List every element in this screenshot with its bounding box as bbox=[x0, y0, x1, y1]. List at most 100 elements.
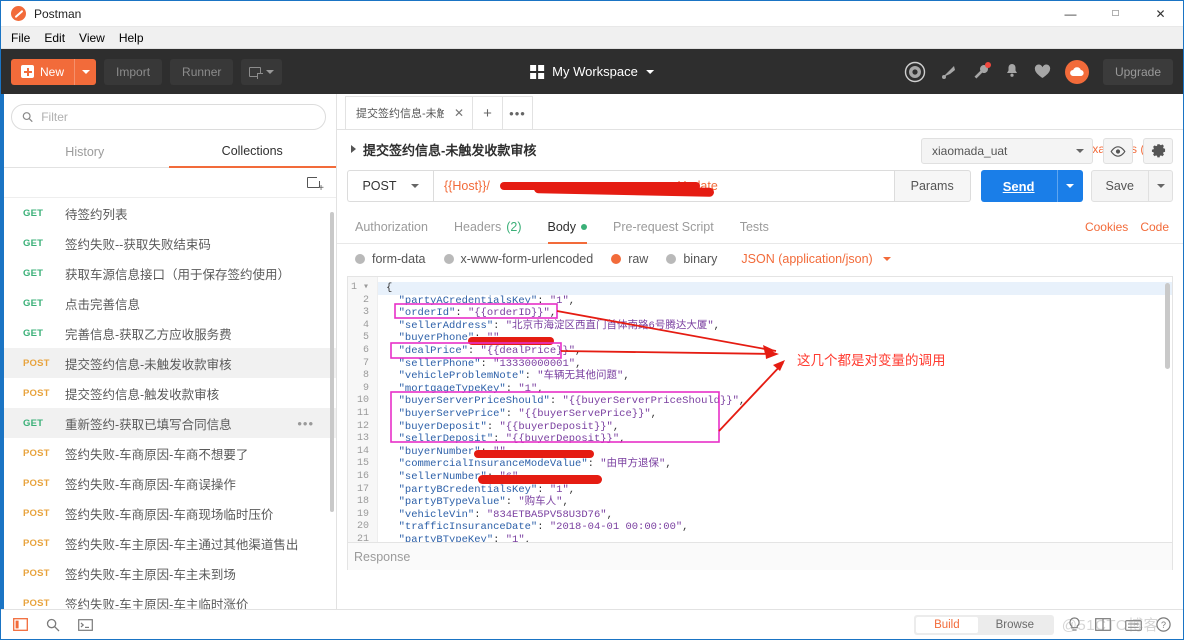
sidebar-request-item[interactable]: POST 签约失败-车商原因-车商现场临时压价 bbox=[1, 498, 336, 528]
body-type-binary[interactable]: binary bbox=[666, 252, 717, 266]
code-line[interactable]: { bbox=[378, 282, 1172, 295]
body-type-x-www-form-urlencoded[interactable]: x-www-form-urlencoded bbox=[443, 252, 593, 266]
sidebar-request-item[interactable]: POST 签约失败-车商原因-车商不想要了 bbox=[1, 438, 336, 468]
environment-quick-look-button[interactable] bbox=[1103, 138, 1133, 164]
code-line[interactable]: "dealPrice": "{{dealPrice}}", bbox=[378, 345, 1172, 358]
chevron-down-icon bbox=[1076, 149, 1084, 153]
sidebar-request-item[interactable]: POST 签约失败-车商原因-车商误操作 bbox=[1, 468, 336, 498]
build-tab[interactable]: Build bbox=[916, 616, 978, 633]
environment-select[interactable]: xiaomada_uat bbox=[921, 138, 1093, 164]
code-line[interactable]: "sellerAddress": "北京市海淀区西直门首体南路6号腾达大厦", bbox=[378, 320, 1172, 333]
body-type-raw[interactable]: raw bbox=[611, 252, 648, 266]
send-options-caret[interactable] bbox=[1056, 170, 1083, 202]
build-browse-toggle: Build Browse bbox=[914, 614, 1054, 635]
sidebar-request-item[interactable]: GET 获取车源信息接口（用于保存签约使用） bbox=[1, 258, 336, 288]
heart-icon[interactable] bbox=[1034, 63, 1051, 80]
tab-options-button[interactable]: ••• bbox=[503, 96, 533, 129]
sidebar-toggle-icon[interactable] bbox=[13, 618, 28, 631]
bell-icon[interactable] bbox=[1004, 63, 1020, 80]
sidebar-request-item[interactable]: GET 待签约列表 bbox=[1, 198, 336, 228]
sidebar-request-item[interactable]: GET 签约失败--获取失败结束码 bbox=[1, 228, 336, 258]
menu-view[interactable]: View bbox=[79, 31, 105, 45]
interceptor-icon[interactable] bbox=[940, 63, 958, 81]
request-tab[interactable]: 提交签约信息-未触发收 ✕ bbox=[345, 96, 473, 129]
code-line[interactable]: "partyBTypeKey": "1", bbox=[378, 534, 1172, 542]
request-more-icon[interactable]: ••• bbox=[297, 416, 314, 431]
section-tab-tests[interactable]: Tests bbox=[740, 210, 769, 244]
save-button[interactable]: Save bbox=[1090, 170, 1173, 202]
chevron-down-icon bbox=[882, 257, 891, 261]
close-button[interactable]: ✕ bbox=[1138, 1, 1183, 27]
code-line[interactable]: "sellerPhone": "13330000001", bbox=[378, 358, 1172, 371]
minimize-button[interactable]: — bbox=[1048, 1, 1093, 27]
url-input[interactable]: {{Host}}/ XXXXXXXXXXXXXXXXXXXXXX rUpdate bbox=[433, 170, 895, 202]
search-icon[interactable] bbox=[46, 618, 60, 632]
new-dropdown-caret[interactable] bbox=[74, 58, 96, 85]
expand-icon[interactable] bbox=[351, 145, 356, 153]
sidebar-request-item[interactable]: GET 点击完善信息 bbox=[1, 288, 336, 318]
wrench-icon[interactable] bbox=[972, 61, 991, 81]
browse-tab[interactable]: Browse bbox=[978, 617, 1052, 633]
menu-edit[interactable]: Edit bbox=[44, 31, 65, 45]
section-tab-pre-request-script[interactable]: Pre-request Script bbox=[613, 210, 714, 244]
code-area[interactable]: { "partyACredentialsKey": "1", "orderId"… bbox=[378, 277, 1172, 542]
tab-history[interactable]: History bbox=[1, 136, 169, 168]
upgrade-button[interactable]: Upgrade bbox=[1102, 58, 1173, 85]
sidebar-request-item[interactable]: POST 提交签约信息-未触发收款审核 bbox=[1, 348, 336, 378]
sidebar-request-item[interactable]: POST 签约失败-车主原因-车主通过其他渠道售出 bbox=[1, 528, 336, 558]
add-tab-button[interactable]: + bbox=[473, 96, 503, 129]
menu-file[interactable]: File bbox=[11, 31, 30, 45]
line-number: 6 bbox=[362, 344, 369, 356]
save-options-caret[interactable] bbox=[1148, 171, 1172, 201]
code-line[interactable]: "trafficInsuranceDate": "2018-04-01 00:0… bbox=[378, 521, 1172, 534]
new-button[interactable]: New bbox=[11, 58, 97, 85]
body-format-select[interactable]: JSON (application/json) bbox=[741, 252, 891, 266]
environment-label: xiaomada_uat bbox=[932, 144, 1008, 158]
code-line[interactable]: "mortgageTypeKey": "1", bbox=[378, 383, 1172, 396]
section-tab-body[interactable]: Body bbox=[548, 210, 587, 244]
section-tab-headers[interactable]: Headers (2) bbox=[454, 210, 522, 244]
filter-box[interactable] bbox=[11, 104, 326, 130]
sidebar-request-item[interactable]: POST 签约失败-车主原因-车主未到场 bbox=[1, 558, 336, 588]
workspace-selector[interactable]: My Workspace bbox=[530, 64, 654, 79]
maximize-button[interactable]: □ bbox=[1093, 1, 1138, 27]
cloud-avatar-icon[interactable] bbox=[1064, 59, 1089, 84]
close-icon[interactable]: ✕ bbox=[454, 106, 464, 120]
code-line[interactable]: "vehicleVin": "834ETBA5PV58U3D76", bbox=[378, 509, 1172, 522]
cookies-link[interactable]: Cookies bbox=[1085, 220, 1128, 234]
import-button[interactable]: Import bbox=[104, 58, 163, 85]
manage-environments-button[interactable] bbox=[1143, 138, 1173, 164]
search-input[interactable] bbox=[41, 110, 315, 124]
body-editor[interactable]: 1 ▾2345678910111213141516171819202122 { … bbox=[347, 276, 1173, 542]
sidebar-request-item[interactable]: POST 提交签约信息-触发收款审核 bbox=[1, 378, 336, 408]
code-line[interactable]: "buyerDeposit": "{{buyerDeposit}}", bbox=[378, 421, 1172, 434]
new-collection-icon[interactable] bbox=[307, 175, 324, 194]
params-button[interactable]: Params bbox=[894, 170, 971, 202]
runner-button[interactable]: Runner bbox=[170, 58, 234, 85]
code-line[interactable]: "partyACredentialsKey": "1", bbox=[378, 295, 1172, 308]
chevron-down-icon bbox=[410, 184, 419, 188]
code-line[interactable]: "buyerServerPriceShould": "{{buyerServer… bbox=[378, 395, 1172, 408]
code-line[interactable]: "vehicleProblemNote": "车辆无其他问题", bbox=[378, 370, 1172, 383]
section-tab-authorization[interactable]: Authorization bbox=[355, 210, 428, 244]
body-type-form-data[interactable]: form-data bbox=[355, 252, 426, 266]
code-line[interactable]: "buyerServePrice": "{{buyerServePrice}}"… bbox=[378, 408, 1172, 421]
code-line[interactable]: "partyBCredentialsKey": "1", bbox=[378, 484, 1172, 497]
sync-icon[interactable] bbox=[904, 61, 926, 83]
console-icon[interactable] bbox=[78, 618, 93, 631]
method-select[interactable]: POST bbox=[347, 170, 433, 202]
sidebar-request-item[interactable]: GET 完善信息-获取乙方应收服务费 bbox=[1, 318, 336, 348]
code-line[interactable]: "orderId": "{{orderID}}", bbox=[378, 307, 1172, 320]
sidebar-scrollbar[interactable] bbox=[330, 212, 334, 512]
tab-collections[interactable]: Collections bbox=[168, 136, 336, 168]
new-window-button[interactable] bbox=[241, 58, 283, 85]
sidebar-request-item[interactable]: GET 重新签约-获取已填写合同信息 ••• bbox=[1, 408, 336, 438]
editor-scrollbar[interactable] bbox=[1165, 283, 1170, 369]
request-name: 待签约列表 bbox=[65, 207, 128, 222]
code-link[interactable]: Code bbox=[1140, 220, 1169, 234]
code-line[interactable]: "partyBTypeValue": "购车人", bbox=[378, 496, 1172, 509]
send-button[interactable]: Send bbox=[980, 170, 1083, 202]
menu-help[interactable]: Help bbox=[119, 31, 144, 45]
code-line[interactable]: "commercialInsuranceModeValue": "由甲方退保", bbox=[378, 458, 1172, 471]
code-line[interactable]: "sellerDeposit": "{{buyerDeposit}}", bbox=[378, 433, 1172, 446]
